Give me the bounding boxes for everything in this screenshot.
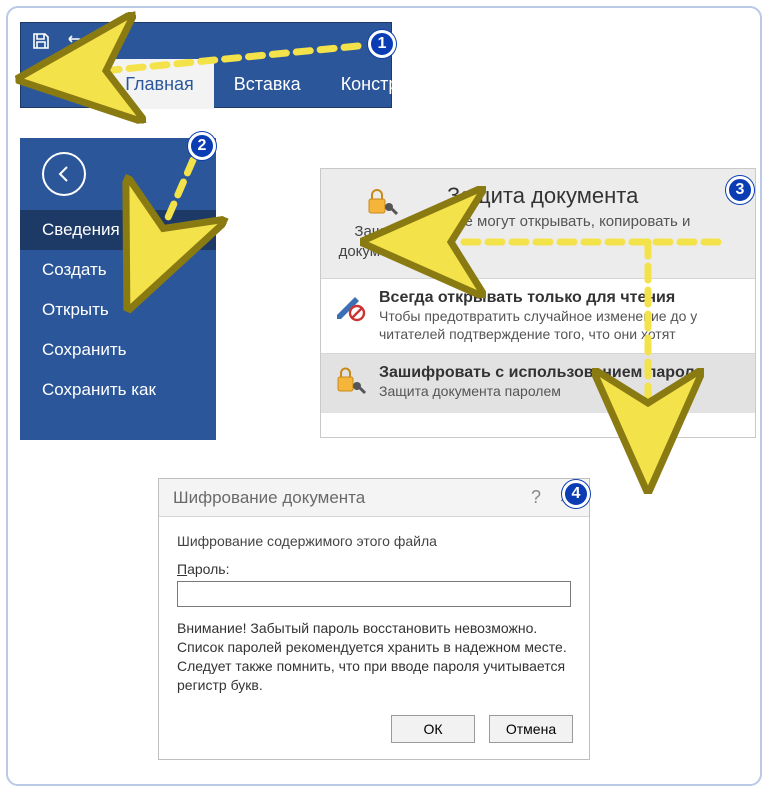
protect-title: Защита документа [447, 183, 743, 209]
step-badge-1: 1 [368, 30, 396, 58]
backstage-item-save[interactable]: Сохранить [20, 330, 216, 370]
backstage-item-open[interactable]: Открыть [20, 290, 216, 330]
save-icon[interactable] [31, 31, 51, 51]
pen-forbid-icon [333, 289, 367, 343]
dialog-warning: Внимание! Забытый пароль восстановить не… [177, 619, 571, 695]
password-label: Пароль: [177, 561, 571, 577]
password-input[interactable] [177, 581, 571, 607]
backstage-item-info[interactable]: Сведения [20, 210, 216, 250]
dialog-titlebar: Шифрование документа ? ✕ [159, 479, 589, 517]
lock-key-icon [333, 364, 367, 403]
protect-option-readonly[interactable]: Всегда открывать только для чтения Чтобы… [321, 279, 755, 354]
redo-icon[interactable] [101, 31, 121, 51]
cancel-button[interactable]: Отмена [489, 715, 573, 743]
tab-home[interactable]: Главная [105, 59, 214, 109]
protect-document-panel: Защита документа Защита документа Все мо… [320, 168, 756, 438]
step-badge-2: 2 [188, 132, 216, 160]
backstage-item-saveas[interactable]: Сохранить как [20, 370, 216, 410]
ribbon-panel: Файл Главная Вставка Конструкт [20, 22, 392, 108]
step-badge-4: 4 [562, 480, 590, 508]
tab-file[interactable]: Файл [21, 59, 105, 109]
readonly-title: Всегда открывать только для чтения [379, 289, 743, 307]
backstage-item-new[interactable]: Создать [20, 250, 216, 290]
protect-btn-label2: документа [339, 242, 424, 260]
encrypt-title: Зашифровать с использованием пароля [379, 364, 704, 382]
encrypt-dialog: Шифрование документа ? ✕ Шифрование соде… [158, 478, 590, 760]
encrypt-subtitle: Защита документа паролем [379, 382, 704, 400]
protect-subtitle: Все могут открывать, копировать и [447, 213, 743, 230]
protect-option-encrypt[interactable]: Зашифровать с использованием пароля Защи… [321, 354, 755, 413]
ribbon-tabs: Файл Главная Вставка Конструкт [21, 59, 391, 109]
quick-access-toolbar [21, 23, 391, 59]
lock-key-icon [363, 187, 399, 221]
protect-document-button[interactable]: Защита документа [321, 169, 441, 278]
backstage-menu: Сведения Создать Открыть Сохранить Сохра… [20, 138, 216, 440]
protect-btn-label1: Защита [354, 223, 407, 240]
dialog-title-text: Шифрование документа [173, 488, 365, 508]
tab-insert[interactable]: Вставка [214, 59, 321, 109]
help-icon[interactable]: ? [521, 487, 551, 508]
readonly-subtitle: Чтобы предотвратить случайное изменение … [379, 307, 743, 343]
undo-icon[interactable] [65, 31, 87, 51]
dialog-heading: Шифрование содержимого этого файла [177, 533, 571, 549]
back-button[interactable] [42, 152, 86, 196]
ok-button[interactable]: ОК [391, 715, 475, 743]
tab-design[interactable]: Конструкт [321, 59, 444, 109]
step-badge-3: 3 [726, 176, 754, 204]
